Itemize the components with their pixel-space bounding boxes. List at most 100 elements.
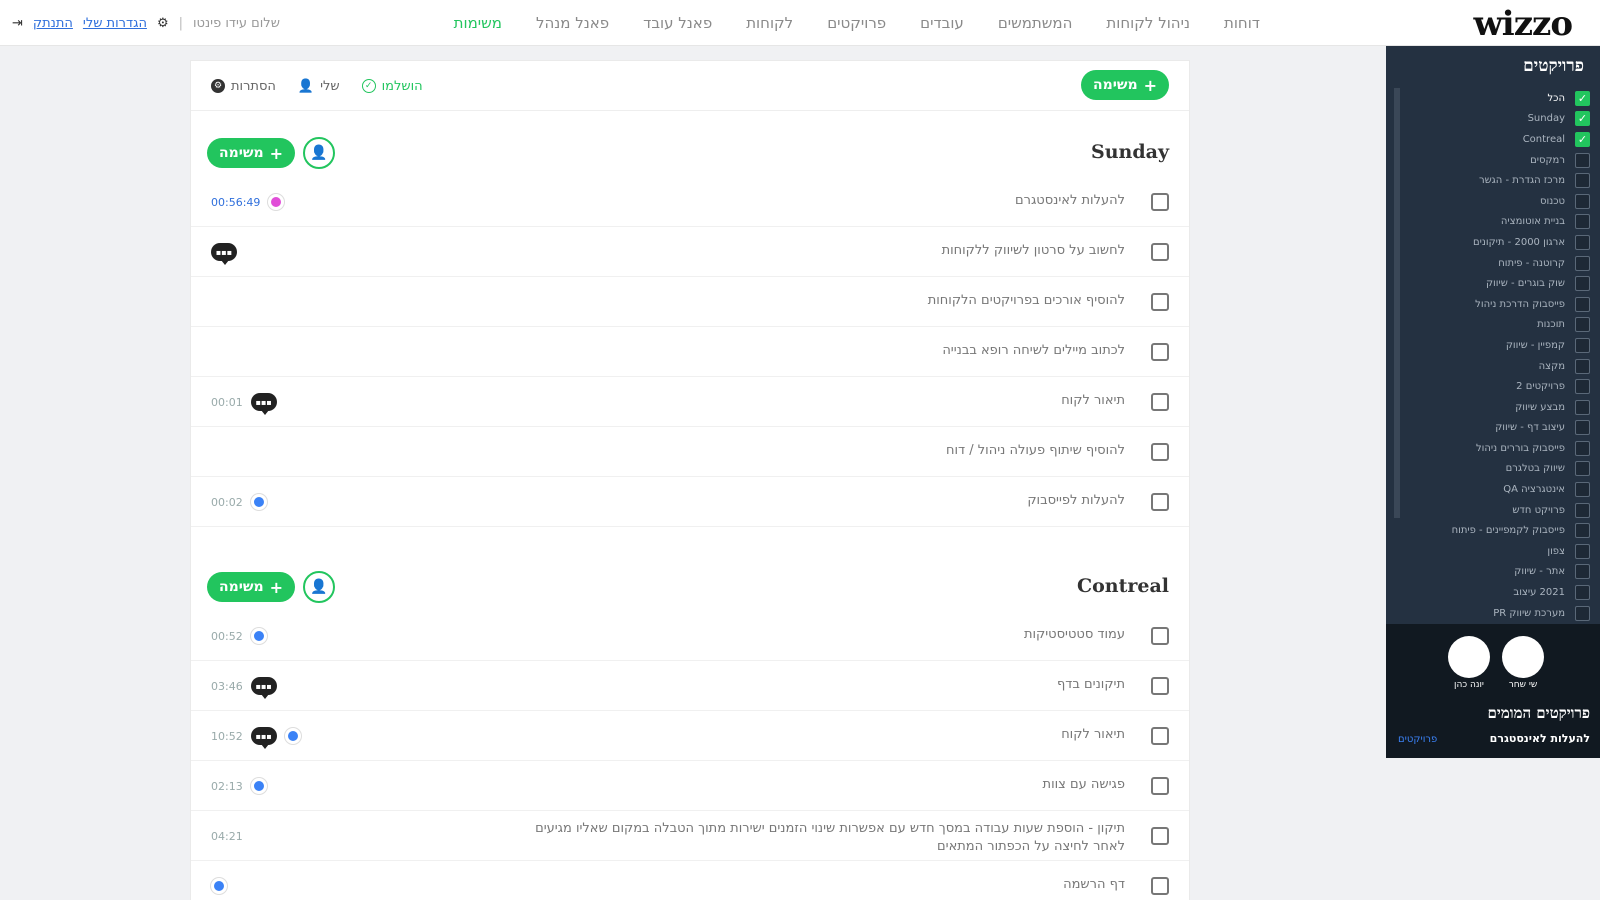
- project-filter-item[interactable]: טכנוס: [1394, 191, 1590, 212]
- nav-item-employees[interactable]: עובדים: [920, 14, 964, 32]
- project-filter-item[interactable]: אינטגרציה QA: [1394, 479, 1590, 500]
- task-title[interactable]: להעלות לפייסבוק: [1027, 493, 1125, 508]
- project-filter-item[interactable]: שיווק בטלגרם: [1394, 459, 1590, 480]
- project-checkbox[interactable]: [1575, 214, 1590, 230]
- task-row[interactable]: לחשוב על סרטון לשיווק ללקוחות ▪▪▪: [191, 227, 1189, 277]
- task-checkbox[interactable]: [1151, 343, 1169, 361]
- project-checkbox[interactable]: [1575, 543, 1590, 559]
- project-checkbox[interactable]: [1575, 564, 1590, 580]
- project-checkbox[interactable]: [1575, 399, 1590, 415]
- scrollbar[interactable]: [1394, 88, 1400, 518]
- nav-item-projects[interactable]: פרויקטים: [827, 14, 886, 32]
- project-filter-item[interactable]: מערכת שיווק PR: [1394, 603, 1590, 624]
- project-checkbox[interactable]: ✓: [1575, 90, 1590, 106]
- project-checkbox[interactable]: [1575, 461, 1590, 477]
- project-checkbox[interactable]: [1575, 440, 1590, 456]
- add-user-button[interactable]: 👤: [303, 571, 336, 603]
- project-filter-item[interactable]: פייסבוק בוררים ניהול: [1394, 438, 1590, 459]
- assignee-avatar[interactable]: [284, 728, 301, 744]
- task-row[interactable]: לכתוב מיילים לשיחה רופא בבנייה: [191, 327, 1189, 377]
- settings-link[interactable]: הגדרות שלי: [83, 16, 147, 31]
- add-user-button[interactable]: 👤: [303, 137, 336, 169]
- task-checkbox[interactable]: [1151, 243, 1169, 261]
- logout-icon[interactable]: ⇥: [12, 16, 23, 31]
- nav-item-clients[interactable]: לקוחות: [746, 14, 793, 32]
- assignee-avatar[interactable]: [268, 194, 285, 210]
- bottom-panel-link[interactable]: פרויקטים: [1398, 734, 1437, 745]
- task-checkbox[interactable]: [1151, 293, 1169, 311]
- project-filter-item[interactable]: ✓ הכל: [1394, 88, 1590, 109]
- project-filter-item[interactable]: פרויקט חדש: [1394, 500, 1590, 521]
- project-filter-item[interactable]: ✓ Contreal: [1394, 129, 1590, 150]
- assignee-avatar[interactable]: [250, 778, 267, 794]
- comment-icon[interactable]: ▪▪▪: [211, 243, 237, 265]
- project-checkbox[interactable]: ✓: [1575, 131, 1590, 147]
- task-checkbox[interactable]: [1151, 493, 1169, 511]
- nav-item-users[interactable]: המשתמשים: [998, 14, 1073, 32]
- project-checkbox[interactable]: ✓: [1575, 111, 1590, 127]
- project-filter-item[interactable]: ✓ Sunday: [1394, 109, 1590, 130]
- project-filter-item[interactable]: שוק בוגרים - שיווק: [1394, 273, 1590, 294]
- project-filter-item[interactable]: פייסבוק הדרכת ניהול: [1394, 294, 1590, 315]
- task-row[interactable]: תיאור לקוח 00:01 ▪▪▪: [191, 377, 1189, 427]
- project-filter-item[interactable]: מרכז הגדרת - הגשר: [1394, 170, 1590, 191]
- project-filter-item[interactable]: פייסבוק לקמפיינים - פיתוח: [1394, 520, 1590, 541]
- project-checkbox[interactable]: [1575, 296, 1590, 312]
- task-row[interactable]: תיאור לקוח 10:52 ▪▪▪: [191, 711, 1189, 761]
- project-filter-item[interactable]: פרויקטים 2: [1394, 376, 1590, 397]
- task-title[interactable]: תיאור לקוח: [1061, 727, 1125, 742]
- project-checkbox[interactable]: [1575, 173, 1590, 189]
- filter-completed[interactable]: ✓ הושלמו: [361, 79, 423, 94]
- project-filter-item[interactable]: מבצע שיווק: [1394, 397, 1590, 418]
- task-title[interactable]: דף הרשמה: [1063, 877, 1125, 892]
- nav-item-reports[interactable]: דוחות: [1224, 14, 1260, 32]
- task-checkbox[interactable]: [1151, 727, 1169, 745]
- task-row[interactable]: דף הרשמה: [191, 861, 1189, 900]
- task-checkbox[interactable]: [1151, 827, 1169, 845]
- project-filter-item[interactable]: מקצה: [1394, 356, 1590, 377]
- task-checkbox[interactable]: [1151, 443, 1169, 461]
- nav-item-client-management[interactable]: ניהול לקוחות: [1106, 14, 1190, 32]
- task-title[interactable]: פגישה עם צוות: [1043, 777, 1125, 792]
- add-task-button[interactable]: משימה +: [207, 572, 296, 602]
- project-checkbox[interactable]: [1575, 605, 1590, 621]
- task-row[interactable]: תיקונים בדף 03:46 ▪▪▪: [191, 661, 1189, 711]
- task-title[interactable]: להעלות לאינסטגרם: [1015, 193, 1125, 208]
- task-checkbox[interactable]: [1151, 627, 1169, 645]
- project-filter-item[interactable]: קרוטנה - פיתוח: [1394, 253, 1590, 274]
- comment-icon[interactable]: ▪▪▪: [250, 727, 277, 749]
- project-checkbox[interactable]: [1575, 152, 1590, 168]
- project-checkbox[interactable]: [1575, 358, 1590, 374]
- avatar[interactable]: יונה כהן: [1448, 636, 1490, 690]
- gear-icon[interactable]: ⚙: [157, 16, 169, 31]
- task-title[interactable]: תיקונים בדף: [1057, 677, 1125, 692]
- project-filter-item[interactable]: קמפיין - שיווק: [1394, 335, 1590, 356]
- assignee-avatar[interactable]: [250, 494, 267, 510]
- project-checkbox[interactable]: [1575, 379, 1590, 395]
- task-title[interactable]: עמוד סטטיסטיקות: [1024, 627, 1125, 642]
- filter-hidden[interactable]: ⚙ הסתרות: [211, 79, 276, 94]
- nav-item-tasks[interactable]: משימות: [454, 14, 502, 32]
- nav-item-manager-panel[interactable]: פאנל מנהל: [536, 14, 609, 32]
- logout-link[interactable]: התנתק: [33, 16, 73, 31]
- nav-item-employee-panel[interactable]: פאנל עובד: [643, 14, 712, 32]
- comment-icon[interactable]: ▪▪▪: [250, 393, 277, 415]
- project-checkbox[interactable]: [1575, 234, 1590, 250]
- task-row[interactable]: תיקון - הוספת שעות עבודה במסך חדש עם אפש…: [191, 811, 1189, 861]
- project-checkbox[interactable]: [1575, 193, 1590, 209]
- task-row[interactable]: פגישה עם צוות 02:13: [191, 761, 1189, 811]
- task-title[interactable]: להוסיף אורכים בפרויקטים הלקוחות: [928, 293, 1125, 308]
- task-checkbox[interactable]: [1151, 393, 1169, 411]
- task-title[interactable]: לחשוב על סרטון לשיווק ללקוחות: [942, 243, 1125, 258]
- task-row[interactable]: עמוד סטטיסטיקות 00:52: [191, 611, 1189, 661]
- task-title[interactable]: לכתוב מיילים לשיחה רופא בבנייה: [942, 343, 1125, 358]
- project-checkbox[interactable]: [1575, 255, 1590, 271]
- filter-mine[interactable]: 👤 שלי: [298, 79, 340, 94]
- project-filter-item[interactable]: בניית אוטומציה: [1394, 212, 1590, 233]
- project-checkbox[interactable]: [1575, 276, 1590, 292]
- task-row[interactable]: להוסיף שיתוף פעולה ניהול / דוח: [191, 427, 1189, 477]
- project-filter-item[interactable]: אתר - שיווק: [1394, 562, 1590, 583]
- assignee-avatar[interactable]: [211, 878, 227, 894]
- project-checkbox[interactable]: [1575, 482, 1590, 498]
- task-checkbox[interactable]: [1151, 877, 1169, 895]
